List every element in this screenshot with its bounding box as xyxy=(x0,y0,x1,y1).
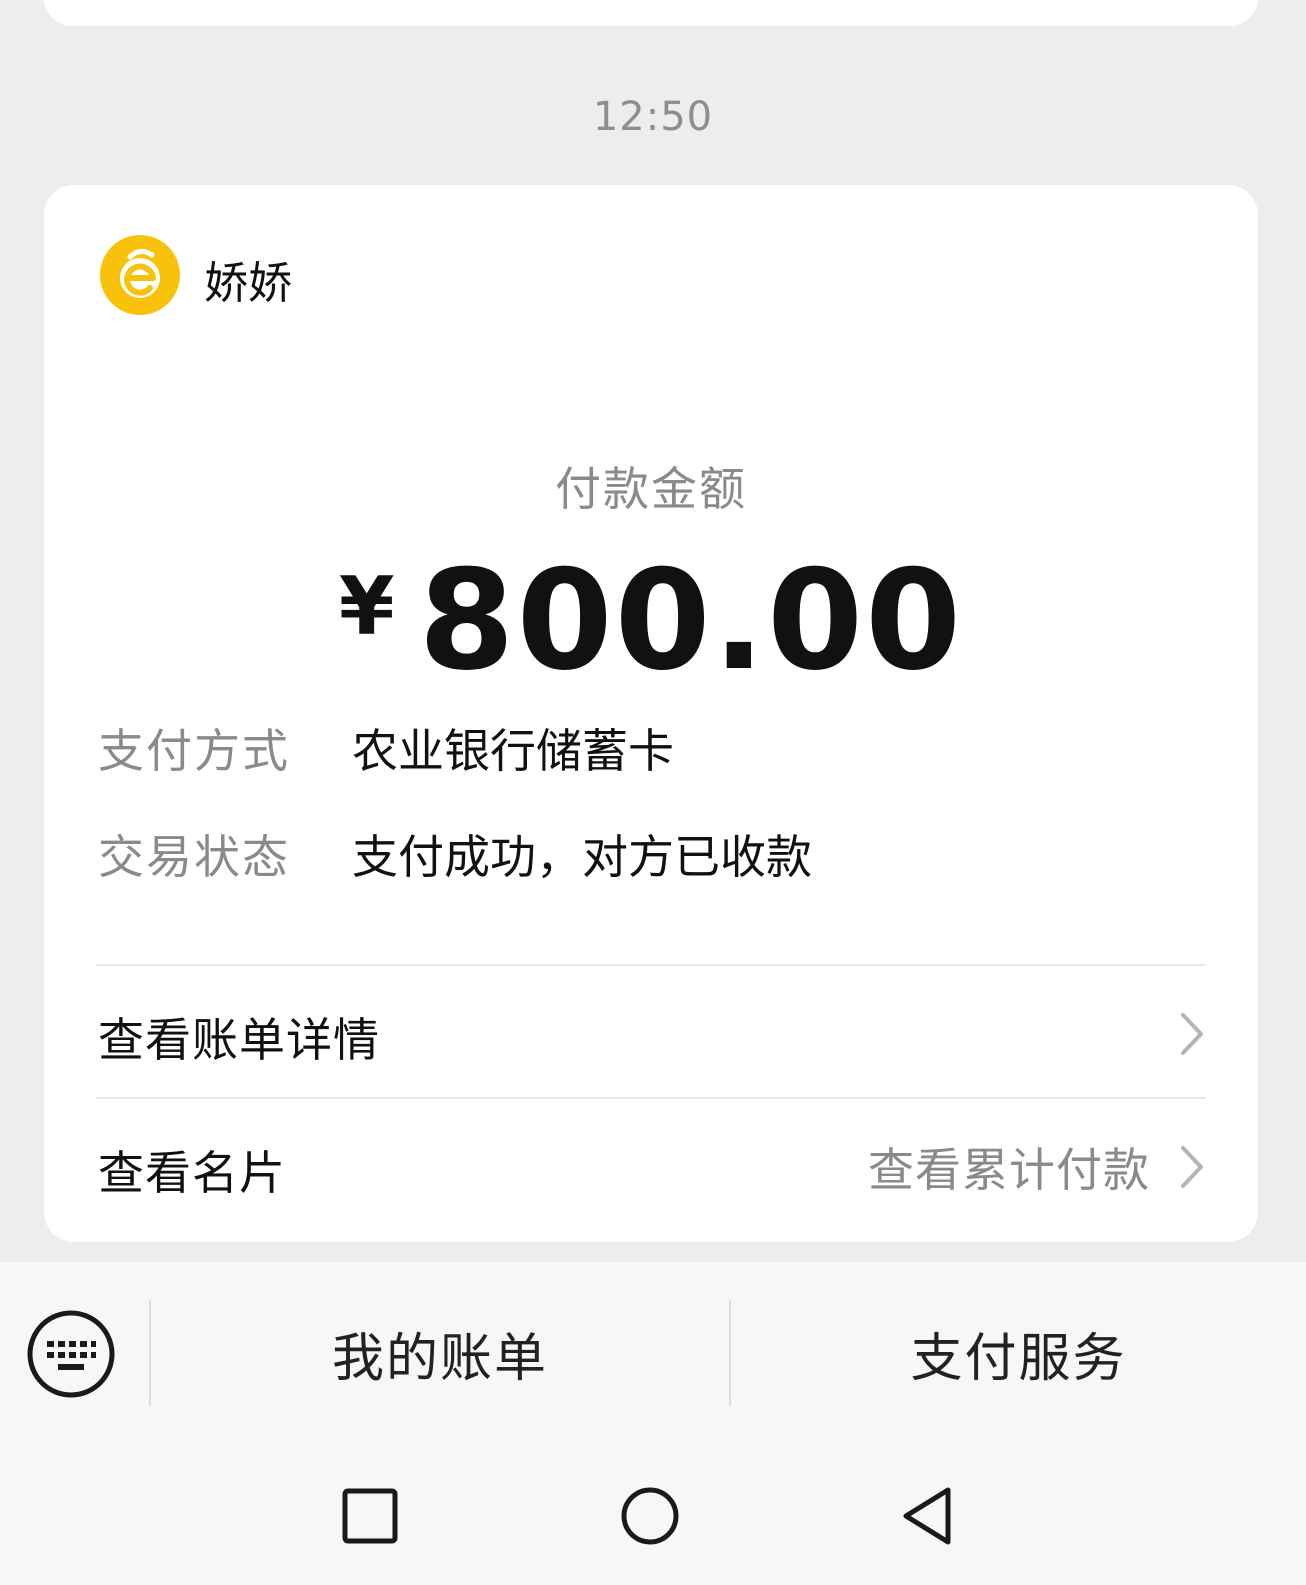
transaction-status-value: 支付成功，对方已收款 xyxy=(352,830,812,884)
view-business-card-row[interactable]: 查看名片 查看累计付款 xyxy=(96,1099,1206,1231)
transaction-status-label: 交易状态 xyxy=(98,830,290,884)
view-bill-details-row[interactable]: 查看账单详情 xyxy=(96,966,1206,1098)
system-navigation-bar xyxy=(0,1444,1306,1585)
payment-notification-card[interactable]: 娇娇 付款金额 ¥800.00 支付方式 农业银行储蓄卡 交易状态 支付成功，对方已… xyxy=(44,185,1258,1242)
back-icon[interactable] xyxy=(898,1484,962,1548)
recent-apps-icon[interactable] xyxy=(338,1484,402,1548)
payment-method-value: 农业银行储蓄卡 xyxy=(352,724,674,778)
chevron-right-icon xyxy=(1181,1013,1203,1055)
amount-label: 付款金额 xyxy=(555,462,747,516)
payment-method-row: 支付方式 农业银行储蓄卡 xyxy=(98,715,674,781)
amount-display: ¥800.00 xyxy=(44,540,1258,701)
view-business-card-label: 查看名片 xyxy=(98,1146,286,1200)
bottom-menu-bar: 我的账单 支付服务 xyxy=(0,1262,1306,1444)
chevron-right-icon xyxy=(1181,1146,1203,1188)
currency-symbol: ¥ xyxy=(338,560,395,653)
my-bills-button[interactable]: 我的账单 xyxy=(151,1262,729,1444)
transaction-status-row: 交易状态 支付成功，对方已收款 xyxy=(98,821,812,887)
home-icon[interactable] xyxy=(618,1484,682,1548)
keyboard-icon[interactable] xyxy=(26,1309,116,1399)
payment-services-button[interactable]: 支付服务 xyxy=(731,1262,1306,1444)
view-bill-details-label: 查看账单详情 xyxy=(98,1013,380,1067)
previous-message-card xyxy=(44,0,1258,26)
message-timestamp: 12:50 xyxy=(592,94,714,140)
amount-value: 800.00 xyxy=(418,540,964,701)
view-cumulative-payment-link[interactable]: 查看累计付款 xyxy=(868,1134,1150,1200)
merchant-name: 娇娇 xyxy=(204,258,292,309)
payment-method-label: 支付方式 xyxy=(98,724,290,778)
merchant-logo-icon xyxy=(100,235,180,315)
